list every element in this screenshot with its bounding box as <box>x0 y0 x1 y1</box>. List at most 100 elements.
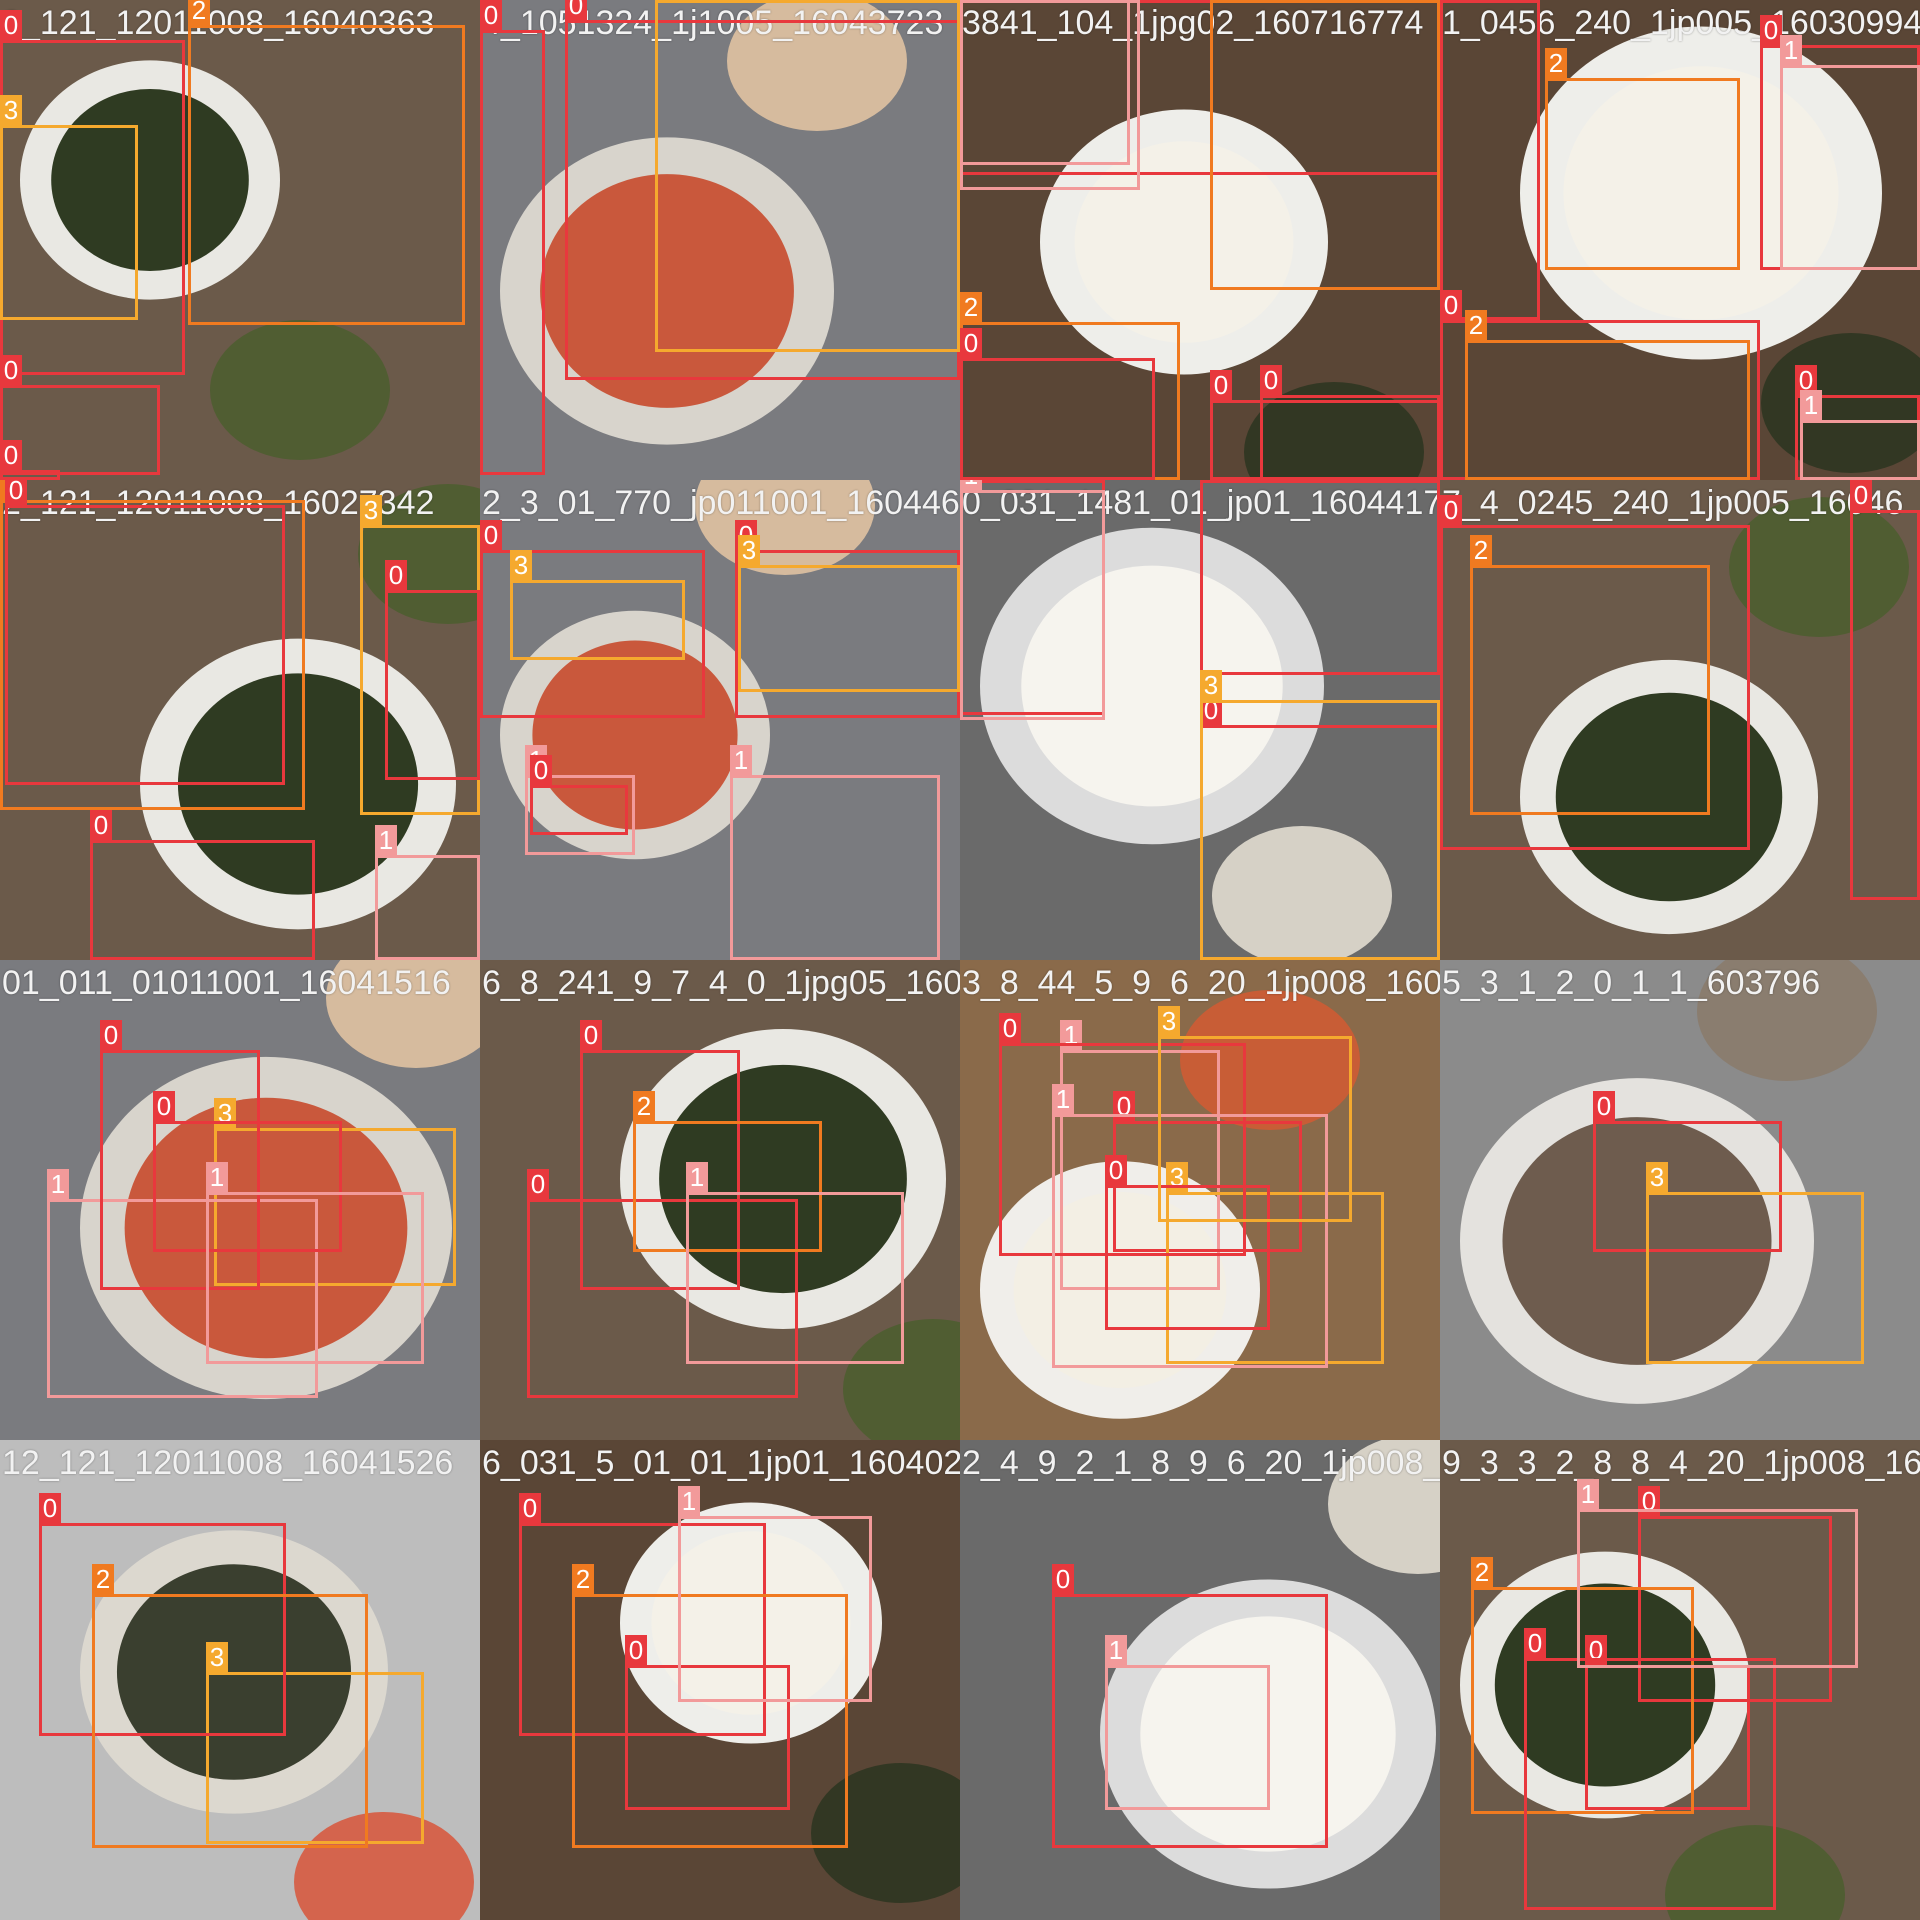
class-label-tag: 0 <box>0 355 22 385</box>
detection-box: 1 <box>686 1162 904 1364</box>
class-label-tag: 2 <box>960 292 982 322</box>
detection-box: 1 <box>1800 390 1920 480</box>
detection-box: 3 <box>1200 670 1440 960</box>
class-label-tag: 1 <box>1052 1084 1074 1114</box>
class-label-tag: 0 <box>999 1013 1021 1043</box>
detection-box: 3 <box>1646 1162 1864 1364</box>
mosaic-tile: 2_4_9_2_1_8_9_6_20_1jp008_16035484 0 1 <box>960 1440 1440 1920</box>
class-label-tag: 2 <box>92 1564 114 1594</box>
class-label-tag: 0 <box>960 328 982 358</box>
mosaic-tile: 5_3_1_2_0_1_1_603796 0 3 <box>1440 960 1920 1440</box>
detection-box: 3 <box>738 535 960 692</box>
class-label-tag: 1 <box>1780 35 1802 65</box>
class-label-tag: 2 <box>1471 1557 1493 1587</box>
tile-filename-caption: 9_3_3_2_8_8_4_20_1jp008_16035 <box>1442 1444 1920 1482</box>
class-label-tag: 3 <box>510 550 532 580</box>
detection-box: 0 <box>0 440 60 480</box>
mosaic-tile: 4_1051324_1j1005_16043723003 <box>480 0 960 480</box>
mosaic-tile: 3_8_44_5_9_6_20_1jp008_160334211030103 <box>960 960 1440 1440</box>
detection-box: 2 <box>1210 0 1440 290</box>
class-label-tag: 2 <box>633 1091 655 1121</box>
detection-box: 3 <box>0 95 138 320</box>
tile-filename-caption: 6_031_5_01_01_1jp01_16040287 <box>482 1444 960 1482</box>
detection-box: 0 <box>1440 0 1540 320</box>
mosaic-tile: 7_4_0245_240_1jp005_16046 0 2 0 <box>1440 480 1920 960</box>
detection-box: 3 <box>510 550 685 660</box>
mosaic-tile: 1_0456_240_1jp005_1603099402010201 <box>1440 0 1920 480</box>
class-label-tag: 3 <box>360 495 382 525</box>
detection-box: 2 <box>1465 310 1750 480</box>
class-label-tag: 0 <box>100 1020 122 1050</box>
class-label-tag: 1 <box>375 825 397 855</box>
detection-box: 1 <box>678 1486 872 1702</box>
class-label-tag: 0 <box>1052 1564 1074 1594</box>
detection-box: 0 <box>530 755 628 835</box>
class-label-tag: 3 <box>1646 1162 1668 1192</box>
class-label-tag: 0 <box>385 560 407 590</box>
class-label-tag: 0 <box>530 755 552 785</box>
detection-box: 2 <box>1545 48 1740 270</box>
tile-filename-caption: 2_4_9_2_1_8_9_6_20_1jp008_16035484 <box>962 1444 1440 1482</box>
class-label-tag: 0 <box>1850 480 1872 510</box>
side-dish-shape <box>210 320 390 460</box>
detection-box: 1 <box>375 825 480 960</box>
class-label-tag: 3 <box>738 535 760 565</box>
class-label-tag: 0 <box>39 1493 61 1523</box>
detection-box: 1 <box>960 0 1140 190</box>
class-label-tag: 2 <box>1470 535 1492 565</box>
class-label-tag: 2 <box>1545 48 1567 78</box>
class-label-tag: 1 <box>1577 1479 1599 1509</box>
mosaic-tile: 2_121_12011008_16027342203001 <box>0 480 480 960</box>
class-label-tag: 0 <box>1105 1155 1127 1185</box>
tile-filename-caption: 01_011_01011001_16041516 <box>2 964 451 1002</box>
mosaic-tile: 12_121_12011008_16041526 3 0 2 <box>0 1440 480 1920</box>
detection-box: 2 <box>92 1564 368 1848</box>
mosaic-tile: 9_3_3_2_8_8_4_20_1jp008_1603500201 <box>1440 1440 1920 1920</box>
class-label-tag: 0 <box>580 1020 602 1050</box>
class-label-tag: 0 <box>1760 15 1782 45</box>
detection-box: 0 <box>0 355 160 475</box>
class-label-tag: 1 <box>678 1486 700 1516</box>
class-label-tag: 0 <box>0 440 22 470</box>
mosaic-tile: 6_031_5_01_01_1jp01_16040287 0 2 0 1 <box>480 1440 960 1920</box>
class-label-tag: 0 <box>0 10 22 40</box>
detection-box: 0 <box>90 810 315 960</box>
mosaic-tile: 6_8_241_9_7_4_0_1jpg05_16073325 0 0 2 1 <box>480 960 960 1440</box>
detection-box: 0 <box>385 560 480 780</box>
class-label-tag: 2 <box>572 1564 594 1594</box>
class-label-tag: 0 <box>1593 1091 1615 1121</box>
class-label-tag: 1 <box>1800 390 1822 420</box>
class-label-tag: 2 <box>1465 310 1487 340</box>
tile-filename-caption: 7_4_0245_240_1jp005_16046 <box>1442 484 1904 522</box>
class-label-tag: 1 <box>1105 1635 1127 1665</box>
class-label-tag: 0 <box>1440 495 1462 525</box>
tile-filename-caption: 5_3_1_2_0_1_1_603796 <box>1442 964 1821 1002</box>
class-label-tag: 0 <box>480 0 502 30</box>
detection-box: 1 <box>730 745 940 960</box>
class-label-tag: 0 <box>153 1091 175 1121</box>
detection-box: 0 <box>1260 365 1440 480</box>
class-label-tag: 1 <box>206 1162 228 1192</box>
detection-box: 1 <box>960 480 1105 720</box>
class-label-tag: 0 <box>625 1635 647 1665</box>
class-label-tag: 1 <box>686 1162 708 1192</box>
detection-box: 1 <box>1780 35 1920 270</box>
class-label-tag: 2 <box>188 0 210 25</box>
tile-filename-caption: 3_8_44_5_9_6_20_1jp008_16033421 <box>962 964 1440 1002</box>
class-label-tag: 0 <box>527 1169 549 1199</box>
tile-filename-caption: 12_121_12011008_16041526 <box>2 1444 454 1482</box>
detection-box: 0 <box>1200 480 1440 675</box>
class-label-tag: 1 <box>960 480 982 490</box>
class-label-tag: 1 <box>730 745 752 775</box>
class-label-tag: 0 <box>1210 370 1232 400</box>
class-label-tag: 1 <box>47 1169 69 1199</box>
detection-box: 0 <box>960 328 1155 480</box>
mosaic-tile: 2_3_01_770_jp011001_160446100303101 <box>480 480 960 960</box>
class-label-tag: 0 <box>565 0 587 20</box>
mosaic-tile: 2_121_12011008_16040363 0 2 3 0 0 <box>0 0 480 480</box>
tile-filename-caption: 6_8_241_9_7_4_0_1jpg05_16073325 <box>482 964 960 1002</box>
class-label-tag: 0 <box>1440 290 1462 320</box>
class-label-tag: 0 <box>480 520 502 550</box>
detection-box: 0 <box>1850 480 1920 900</box>
detection-box: 2 <box>188 0 465 325</box>
